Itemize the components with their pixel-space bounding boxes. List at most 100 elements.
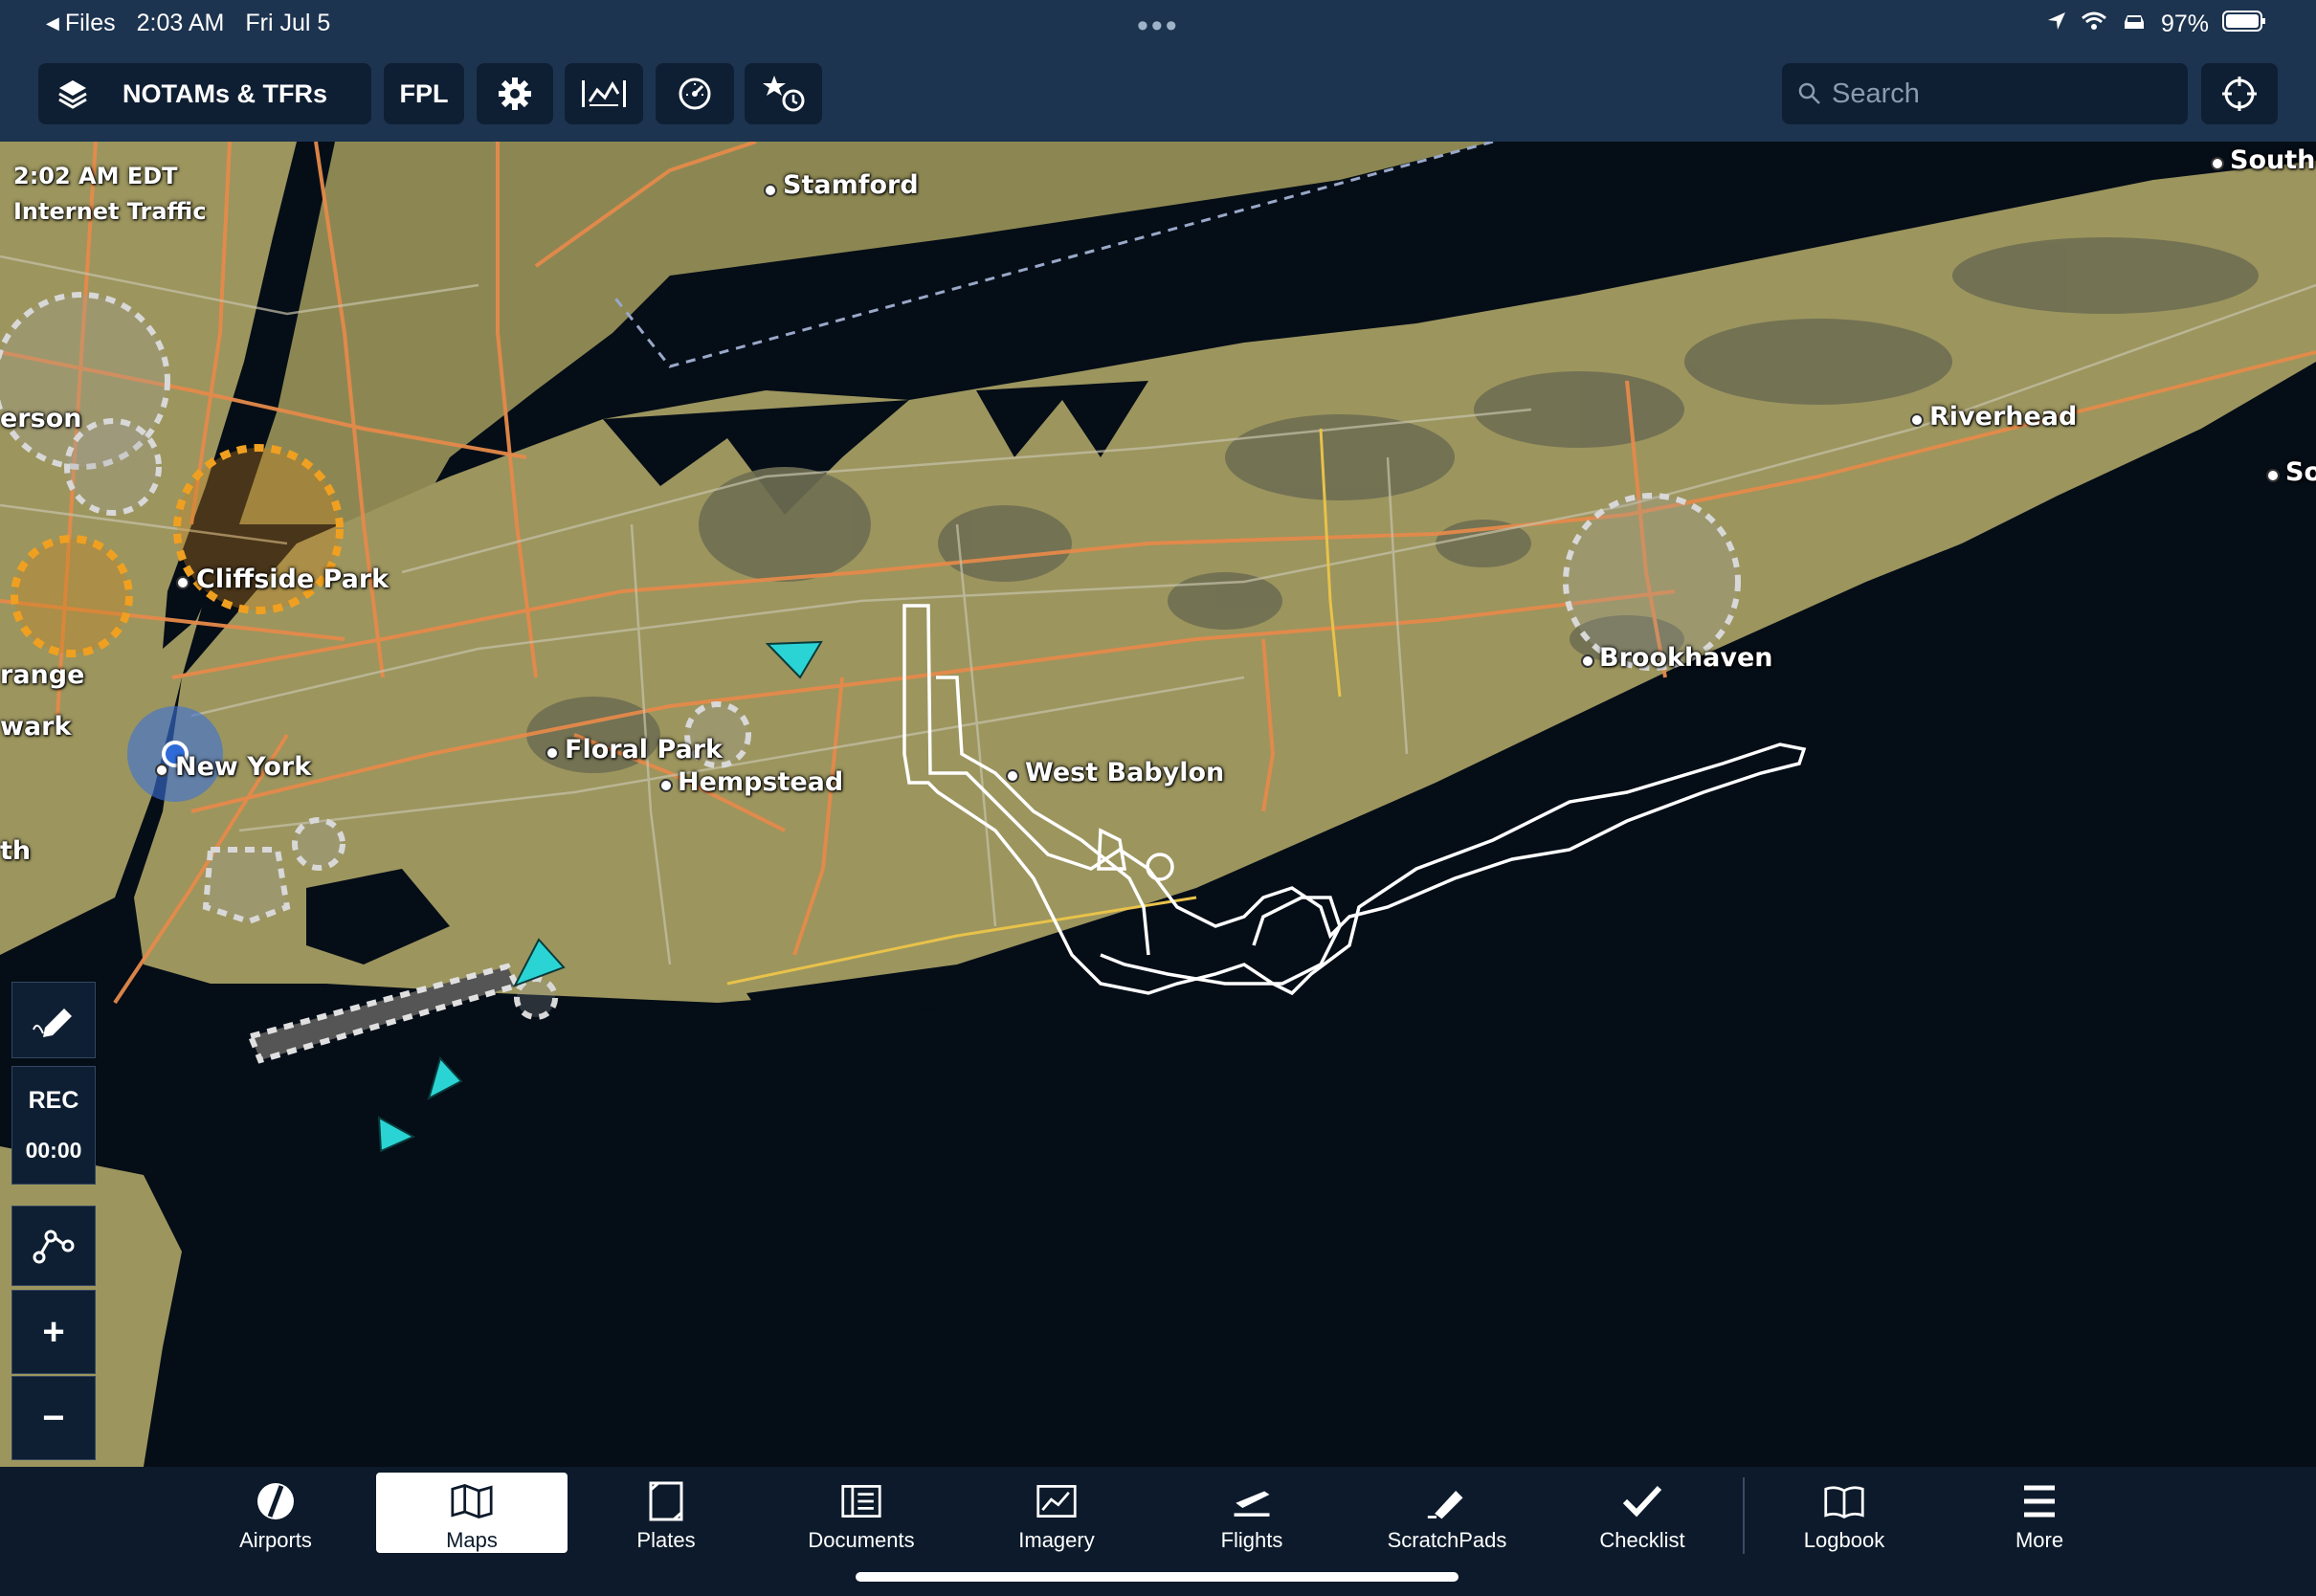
city-dot xyxy=(155,764,168,777)
back-arrow-icon: ◀ xyxy=(46,13,59,33)
back-label: Files xyxy=(64,10,116,36)
documents-icon xyxy=(840,1480,882,1522)
label-orange[interactable]: range xyxy=(0,660,84,690)
tab-scratchpads[interactable]: ScratchPads xyxy=(1351,1473,1543,1553)
logbook-icon xyxy=(1823,1480,1865,1522)
settings-button[interactable] xyxy=(477,63,553,124)
tab-label: Flights xyxy=(1220,1528,1283,1552)
location-arrow-icon xyxy=(2046,11,2067,38)
tab-label: Airports xyxy=(239,1528,312,1552)
gear-icon xyxy=(497,76,533,112)
airport-icon xyxy=(255,1480,297,1522)
city-dot xyxy=(659,779,673,792)
map-canvas[interactable] xyxy=(0,142,2316,1467)
status-date: Fri Jul 5 xyxy=(245,10,331,36)
city-dot xyxy=(546,746,559,760)
tab-maps[interactable]: Maps xyxy=(376,1473,568,1553)
label-floral-park[interactable]: Floral Park xyxy=(565,735,723,765)
home-indicator[interactable] xyxy=(856,1572,1459,1582)
multitasking-dots-icon[interactable]: ••• xyxy=(1137,8,1180,45)
label-southold[interactable]: Southo xyxy=(2230,145,2316,175)
center-location-button[interactable] xyxy=(2201,63,2278,124)
tab-label: Imagery xyxy=(1018,1528,1095,1552)
battery-percent: 97% xyxy=(2160,11,2209,37)
layers-icon xyxy=(56,77,90,111)
map-icon xyxy=(451,1480,493,1522)
favorites-recents-button[interactable] xyxy=(745,63,822,124)
status-time: 2:03 AM xyxy=(136,10,225,36)
imagery-icon xyxy=(1036,1480,1078,1522)
label-th[interactable]: th xyxy=(0,836,31,866)
plates-icon xyxy=(645,1480,687,1522)
flights-icon xyxy=(1231,1480,1273,1522)
fpl-label: FPL xyxy=(399,78,449,108)
tab-documents[interactable]: Documents xyxy=(766,1473,957,1553)
tab-more[interactable]: More xyxy=(1944,1473,2135,1553)
draw-button[interactable] xyxy=(11,982,96,1058)
tab-plates[interactable]: Plates xyxy=(570,1473,762,1553)
search-placeholder: Search xyxy=(1832,78,1920,109)
label-paterson[interactable]: erson xyxy=(0,404,81,433)
profile-view-button[interactable] xyxy=(565,63,643,124)
label-newark[interactable]: wark xyxy=(0,712,71,742)
tab-flights[interactable]: Flights xyxy=(1156,1473,1347,1553)
record-button[interactable]: REC 00:00 xyxy=(11,1066,96,1185)
tab-separator xyxy=(1743,1477,1745,1554)
tab-imagery[interactable]: Imagery xyxy=(961,1473,1152,1553)
city-dot xyxy=(2211,157,2224,170)
battery-icon xyxy=(2222,10,2266,39)
status-bar: ◀ Files 2:03 AM Fri Jul 5 ••• 97% xyxy=(0,0,2316,50)
fpl-button[interactable]: FPL xyxy=(384,63,464,124)
more-icon xyxy=(2018,1480,2060,1522)
tab-label: Documents xyxy=(808,1528,915,1552)
zoom-out-button[interactable]: − xyxy=(11,1376,96,1460)
layers-button[interactable]: NOTAMs & TFRs xyxy=(38,63,371,124)
tab-label: ScratchPads xyxy=(1387,1528,1507,1552)
label-new-york[interactable]: New York xyxy=(175,752,311,782)
layers-label: NOTAMs & TFRs xyxy=(122,78,327,108)
label-cliffside-park[interactable]: Cliffside Park xyxy=(196,565,389,594)
tab-airports[interactable]: Airports xyxy=(180,1473,371,1553)
rec-timer: 00:00 xyxy=(25,1138,82,1163)
star-clock-icon xyxy=(761,74,807,114)
map-time-label: 2:02 AM EDT xyxy=(13,163,178,189)
map-time-info: 2:02 AM EDT Internet Traffic xyxy=(13,159,207,230)
gauge-icon xyxy=(677,76,713,112)
search-icon xyxy=(1797,81,1822,106)
pencil-icon xyxy=(30,1001,78,1039)
search-input[interactable]: Search xyxy=(1782,63,2188,124)
route-button[interactable] xyxy=(11,1206,96,1286)
label-stamford[interactable]: Stamford xyxy=(783,170,919,200)
label-so[interactable]: So xyxy=(2285,457,2316,487)
city-dot xyxy=(764,184,777,197)
tab-label: Checklist xyxy=(1599,1528,1685,1552)
label-hempstead[interactable]: Hempstead xyxy=(678,767,843,797)
scratchpad-icon xyxy=(1426,1480,1468,1522)
instruments-button[interactable] xyxy=(656,63,734,124)
tab-checklist[interactable]: Checklist xyxy=(1547,1473,1738,1553)
profile-view-icon xyxy=(578,77,630,111)
label-brookhaven[interactable]: Brookhaven xyxy=(1599,643,1773,673)
tab-label: Logbook xyxy=(1803,1528,1885,1552)
tab-logbook[interactable]: Logbook xyxy=(1748,1473,1940,1553)
city-dot xyxy=(1006,769,1019,783)
checklist-icon xyxy=(1621,1480,1663,1522)
tab-label: More xyxy=(2015,1528,2064,1552)
crosshair-icon xyxy=(2220,75,2259,113)
label-west-babylon[interactable]: West Babylon xyxy=(1025,758,1224,787)
minus-icon: − xyxy=(42,1396,65,1439)
plus-icon: + xyxy=(42,1310,65,1353)
back-to-files-link[interactable]: ◀ Files xyxy=(46,10,116,37)
city-dot xyxy=(1581,654,1594,668)
tab-label: Plates xyxy=(636,1528,696,1552)
city-dot xyxy=(2266,469,2280,482)
city-dot xyxy=(1910,413,1924,427)
city-dot xyxy=(176,576,189,589)
tab-label: Maps xyxy=(446,1528,498,1552)
traffic-source-label: Internet Traffic xyxy=(13,198,207,225)
map-view[interactable]: 2:02 AM EDT Internet Traffic Stamford So… xyxy=(0,142,2316,1467)
wifi-icon xyxy=(2081,11,2107,38)
label-riverhead[interactable]: Riverhead xyxy=(1929,402,2077,432)
zoom-in-button[interactable]: + xyxy=(11,1290,96,1374)
rec-label: REC xyxy=(28,1087,79,1114)
